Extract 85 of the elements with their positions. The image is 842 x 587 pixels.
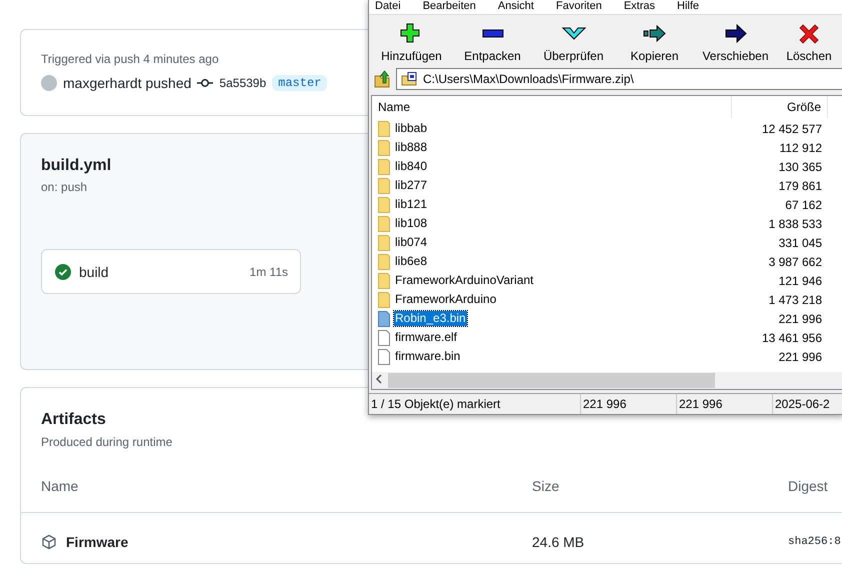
scrollbar-thumb[interactable] (388, 373, 715, 388)
folder-icon (378, 178, 390, 194)
x-icon (797, 23, 821, 45)
chevron-left-icon (375, 374, 383, 384)
folder-icon (378, 158, 390, 174)
artifacts-title: Artifacts (41, 411, 106, 429)
avatar-icon (41, 75, 57, 91)
status-text: 1 / 15 Objekt(e) markiert (369, 394, 581, 414)
file-name[interactable]: lib074 (394, 235, 428, 250)
file-size: 130 365 (778, 160, 823, 174)
artifact-digest: sha256:8 (788, 536, 842, 548)
toolbar-button[interactable]: Verschieben (695, 15, 776, 67)
file-icon (378, 330, 390, 346)
file-size: 67 162 (784, 198, 823, 212)
folder-icon (378, 292, 390, 308)
column-header: Size (532, 478, 560, 494)
arrow-right-icon (642, 23, 666, 45)
status-text: 221 996 (677, 394, 773, 414)
folder-icon (378, 140, 390, 156)
file-size: 1 838 533 (768, 216, 823, 230)
job-card[interactable]: build 1m 11s (41, 249, 301, 294)
folder-icon (378, 272, 390, 288)
package-icon (41, 534, 57, 550)
artifacts-subtitle: Produced during runtime (41, 435, 172, 449)
arrow-right-icon (724, 23, 748, 45)
workflow-trigger: on: push (41, 180, 88, 194)
file-size: 221 996 (778, 312, 823, 326)
path-field[interactable]: C:\Users\Max\Downloads\Firmware.zip\ (396, 68, 842, 90)
file-size: 3 987 662 (768, 254, 823, 268)
menu-item[interactable]: Bearbeiten (422, 0, 476, 14)
commit-icon (197, 78, 214, 88)
folder-up-icon (374, 70, 390, 88)
file-icon (378, 348, 390, 364)
menu-item[interactable]: Extras (624, 0, 656, 14)
file-size: 112 912 (778, 140, 823, 154)
file-name[interactable]: firmware.bin (394, 349, 462, 364)
menu-item[interactable]: Ansicht (498, 0, 534, 14)
file-size: 221 996 (778, 350, 823, 364)
commit-link[interactable]: 5a5539b (219, 76, 266, 90)
status-text: 221 996 (581, 394, 677, 414)
artifact-size: 24.6 MB (532, 534, 586, 550)
branch-label[interactable]: master (272, 75, 328, 91)
toolbar-button[interactable]: Überprüfen (533, 15, 614, 67)
file-name[interactable]: libbab (394, 121, 428, 136)
file-icon (378, 310, 390, 326)
file-size: 12 452 577 (760, 122, 823, 136)
folder-icon (378, 254, 390, 270)
file-name[interactable]: lib6e8 (394, 254, 428, 269)
toolbar-button[interactable]: Entpacken (452, 15, 533, 67)
toolbar-button[interactable]: Hinzufügen (371, 15, 452, 67)
menu-item[interactable]: Datei (375, 0, 401, 14)
archive-icon (401, 72, 417, 86)
column-header[interactable]: Größe (732, 96, 828, 118)
job-duration: 1m 11s (250, 264, 288, 278)
artifact-link[interactable]: Firmware (66, 534, 128, 550)
file-name[interactable]: lib888 (394, 140, 428, 155)
file-name[interactable]: lib840 (394, 159, 428, 174)
file-size: 179 861 (778, 178, 823, 192)
toolbar-button[interactable]: Kopieren (614, 15, 695, 67)
file-size: 331 045 (778, 236, 823, 250)
file-size: 121 946 (778, 274, 823, 288)
file-size: 1 473 218 (768, 292, 823, 306)
job-name: build (79, 264, 109, 280)
actor-text: maxgerhardt pushed (63, 75, 192, 91)
file-name[interactable]: lib277 (394, 178, 428, 193)
column-header[interactable]: Name (372, 96, 732, 118)
status-text: 2025-06-2 (773, 394, 842, 414)
folder-icon (378, 234, 390, 250)
toolbar-button[interactable]: Löschen (776, 15, 842, 67)
file-name[interactable]: lib108 (394, 216, 428, 231)
file-size: 13 461 956 (760, 330, 823, 344)
column-header: Name (41, 478, 80, 494)
file-name[interactable]: FrameworkArduino (394, 292, 498, 307)
file-name[interactable]: firmware.elf (394, 330, 458, 345)
workflow-title: build.yml (41, 157, 112, 175)
folder-icon (378, 120, 390, 136)
menu-item[interactable]: Favoriten (556, 0, 602, 14)
column-header: Digest (788, 478, 829, 494)
menu-item[interactable]: Hilfe (677, 0, 700, 14)
folder-icon (378, 216, 390, 232)
trigger-text: Triggered via push 4 minutes ago (41, 52, 219, 66)
file-name[interactable]: Robin_e3.bin (394, 311, 467, 326)
file-name[interactable]: lib121 (394, 197, 428, 212)
file-name[interactable]: FrameworkArduinoVariant (394, 273, 534, 288)
folder-icon (378, 196, 390, 212)
